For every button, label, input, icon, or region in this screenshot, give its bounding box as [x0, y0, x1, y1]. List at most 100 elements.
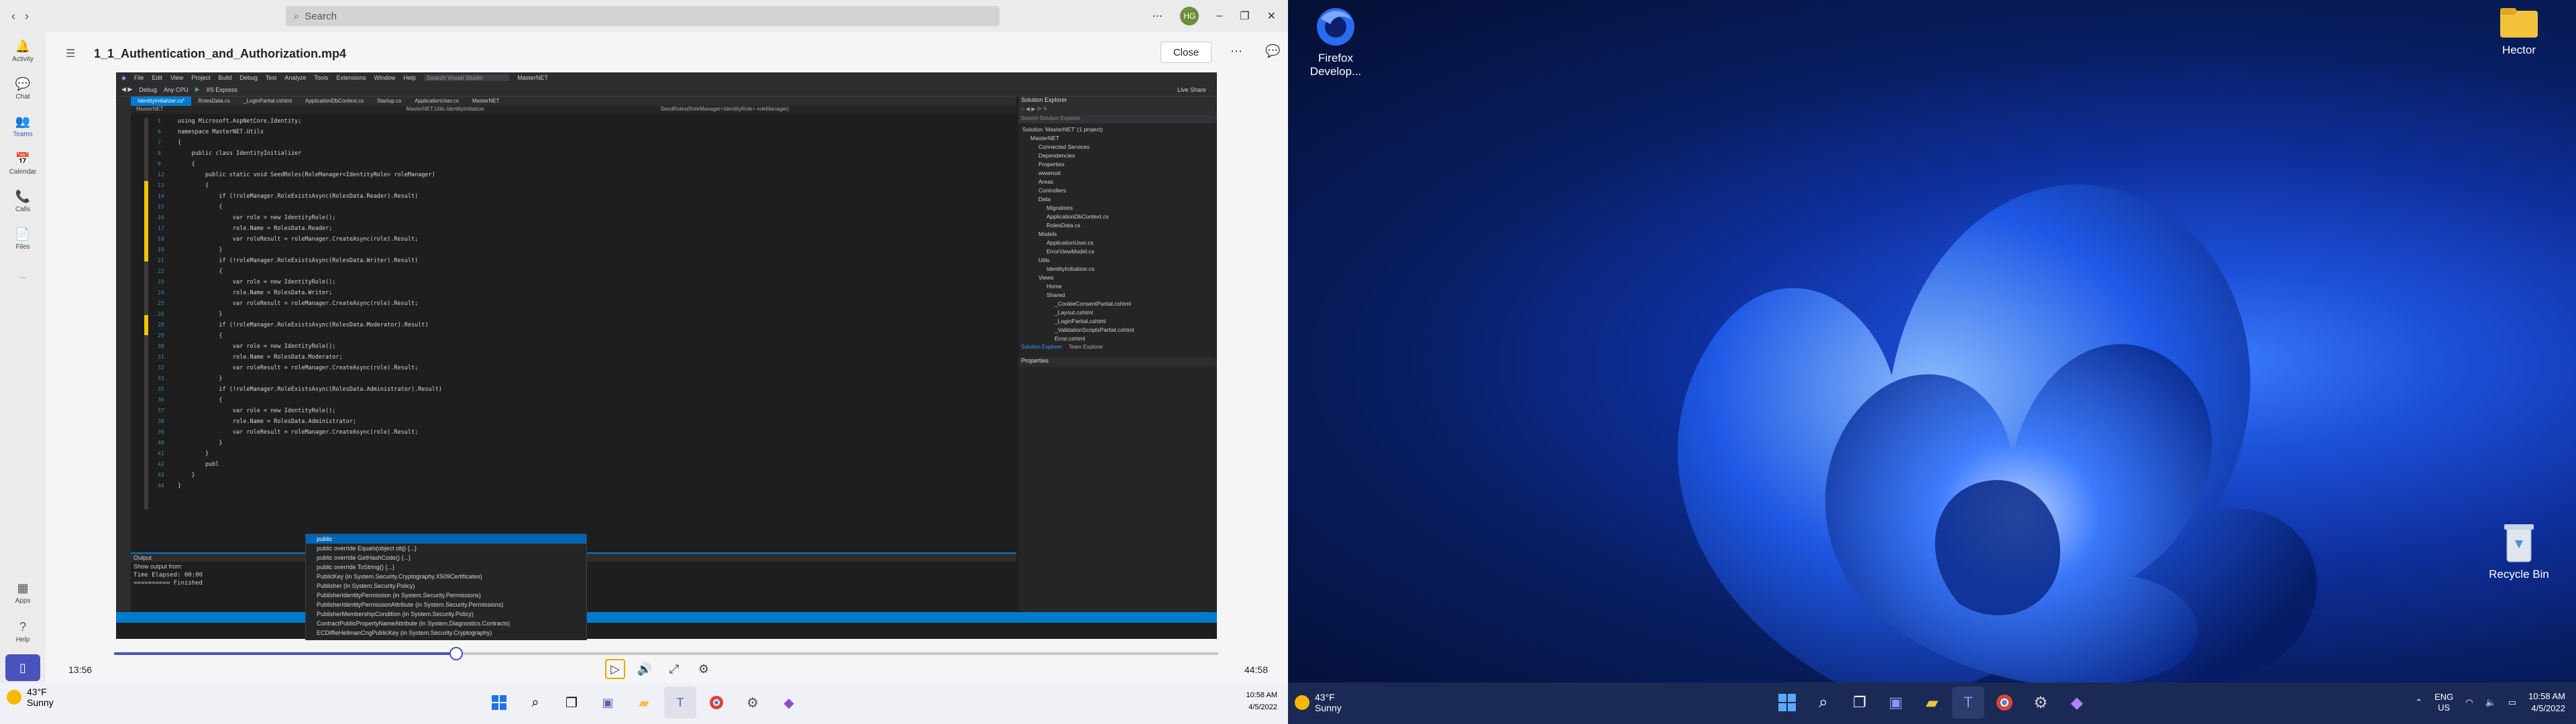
completion-item[interactable]: Publisher (in System.Security.Policy) [306, 581, 586, 591]
tree-item[interactable]: ApplicationUser.cs [1018, 239, 1217, 248]
chat-icon[interactable]: ▣ [1880, 686, 1912, 719]
completion-item[interactable]: PublisherMembershipCondition (in System.… [306, 609, 586, 619]
rail-item-files[interactable]: 📄 Files [0, 220, 46, 257]
tree-item[interactable]: Data [1018, 196, 1217, 204]
settings-icon[interactable]: ⚙ [737, 686, 769, 719]
line-number: 6 [158, 129, 161, 135]
weather-widget[interactable]: 43°F Sunny [7, 686, 54, 708]
maximize-icon[interactable]: ❐ [1240, 9, 1249, 23]
start-icon[interactable] [483, 686, 515, 719]
wifi-icon[interactable]: ◠ [2465, 697, 2473, 708]
tree-item[interactable]: Shared [1018, 292, 1217, 300]
rail-item-apps[interactable]: ▦ Apps [0, 574, 46, 611]
tree-item[interactable]: RolesData.cs [1018, 222, 1217, 231]
tree-item[interactable]: Home [1018, 283, 1217, 292]
line-number: 17 [158, 225, 164, 231]
file-explorer-icon[interactable]: ▰ [628, 686, 660, 719]
completion-item[interactable]: public [306, 534, 586, 544]
tree-item[interactable]: IdentityInitializer.cs [1018, 265, 1217, 274]
play-button[interactable]: ▷ [605, 659, 625, 679]
tree-item[interactable]: Areas [1018, 178, 1217, 187]
forward-arrow-icon[interactable]: › [25, 9, 29, 23]
completion-item[interactable]: PublicKey (in System.Security.Cryptograp… [306, 572, 586, 581]
desktop-icon-recycle-bin[interactable]: Recycle Bin [2482, 520, 2556, 581]
clock-time: 10:58 AM [1246, 691, 1277, 699]
visual-studio-icon[interactable]: ◆ [2061, 686, 2093, 719]
avatar[interactable]: HG [1180, 7, 1199, 25]
completion-item[interactable]: ContractPublicPropertyNameAttribute (in … [306, 619, 586, 628]
language-indicator[interactable]: ENG US [2434, 692, 2453, 713]
tree-item[interactable]: Dependencies [1018, 152, 1217, 161]
completion-item[interactable]: public override Equals(object obj) {...} [306, 544, 586, 553]
tree-item[interactable]: _ValidationScriptsPartial.cshtml [1018, 326, 1217, 335]
tree-item[interactable]: _LoginPartial.cshtml [1018, 318, 1217, 326]
tree-item[interactable]: Migrations [1018, 204, 1217, 213]
rail-item-activity[interactable]: 🔔 Activity [0, 32, 46, 70]
tree-item[interactable]: _CookieConsentPartial.cshtml [1018, 300, 1217, 309]
tree-item[interactable]: Error.cshtml [1018, 335, 1217, 344]
settings-icon[interactable]: ⚙ [694, 659, 714, 679]
video-frame[interactable]: ◆ File Edit View Project Build Debug Tes… [116, 72, 1217, 640]
vs-status-bar [116, 612, 1217, 623]
volume-icon[interactable]: 🔈 [2485, 697, 2496, 708]
rail-item-calls[interactable]: 📞 Calls [0, 182, 46, 220]
rail-item-teams[interactable]: 👥 Teams [0, 107, 46, 145]
completion-item[interactable]: public override ToString() {...} [306, 562, 586, 572]
desktop-icon-hector[interactable]: Hector [2482, 5, 2556, 57]
battery-icon[interactable]: ▭ [2508, 697, 2516, 708]
chat-icon[interactable]: ▣ [592, 686, 624, 719]
tree-item[interactable]: _Layout.cshtml [1018, 309, 1217, 318]
tree-item[interactable]: Connected Services [1018, 143, 1217, 152]
start-icon[interactable] [1771, 686, 1803, 719]
task-view-icon[interactable]: ❐ [1843, 686, 1876, 719]
rail-item-help[interactable]: ? Help [0, 613, 46, 650]
more-options-icon[interactable]: ⋯ [1230, 44, 1242, 58]
teams-icon[interactable]: T [1952, 686, 1984, 719]
teams-icon[interactable]: T [664, 686, 696, 719]
close-window-icon[interactable]: ✕ [1267, 9, 1276, 23]
settings-icon[interactable]: ⚙ [2025, 686, 2057, 719]
desktop-icon-firefox[interactable]: Firefox Develop... [1299, 5, 1373, 78]
tree-item[interactable]: ErrorViewModel.cs [1018, 248, 1217, 257]
file-explorer-icon[interactable]: ▰ [1916, 686, 1948, 719]
tree-item[interactable]: Properties [1018, 161, 1217, 170]
search-icon[interactable]: ⌕ [519, 686, 551, 719]
tree-item[interactable]: MasterNET [1018, 135, 1217, 143]
visual-studio-icon[interactable]: ◆ [773, 686, 805, 719]
clock[interactable]: 10:58 AM 4/5/2022 [2528, 690, 2565, 715]
volume-icon[interactable]: 🔊 [635, 659, 655, 679]
completion-item[interactable]: PublisherIdentityPermissionAttribute (in… [306, 600, 586, 609]
line-number: 26 [158, 311, 164, 317]
chevron-up-icon[interactable]: ⌃ [2415, 697, 2422, 708]
rail-item-more[interactable]: ... [0, 257, 46, 295]
tree-item[interactable]: Views [1018, 274, 1217, 283]
search-icon[interactable]: ⌕ [1807, 686, 1839, 719]
task-view-icon[interactable]: ❐ [555, 686, 588, 719]
tree-item[interactable]: Models [1018, 231, 1217, 239]
tree-item[interactable]: Solution 'MasterNET' (1 project) [1018, 126, 1217, 135]
chrome-icon[interactable] [1988, 686, 2021, 719]
tree-item[interactable]: ApplicationDbContext.cs [1018, 213, 1217, 222]
completion-item[interactable]: ECDiffieHellmanCngPublicKey (in System.S… [306, 628, 586, 638]
chrome-icon[interactable] [700, 686, 733, 719]
completion-item[interactable]: PublisherIdentityPermission (in System.S… [306, 591, 586, 600]
rail-item-chat[interactable]: 💬 Chat [0, 70, 46, 107]
completion-item[interactable]: public override GetHashCode() {...} [306, 553, 586, 562]
seek-bar[interactable] [114, 652, 1218, 655]
solution-explorer: Solution Explorer ⌂ ◀ ▶ ⟳ ✎ Search Solut… [1018, 97, 1217, 613]
clock[interactable]: 10:58 AM 4/5/2022 [1246, 689, 1277, 713]
device-icon[interactable]: ▯ [5, 654, 40, 681]
chat-icon[interactable]: 💬 [1265, 44, 1280, 58]
back-arrow-icon[interactable]: ‹ [11, 9, 15, 23]
weather-widget[interactable]: 43°F Sunny [1295, 692, 1342, 713]
rail-item-calendar[interactable]: 📅 Calendar [0, 145, 46, 182]
close-button[interactable]: Close [1161, 42, 1212, 63]
tree-item[interactable]: wwwroot [1018, 170, 1217, 178]
minimize-icon[interactable]: – [1216, 10, 1222, 22]
more-options-icon[interactable]: ⋯ [1152, 9, 1163, 23]
seek-knob[interactable] [449, 647, 464, 660]
tree-item[interactable]: Utils [1018, 257, 1217, 265]
tree-item[interactable]: Controllers [1018, 187, 1217, 196]
teams-search-input[interactable]: ⌕ Search [286, 6, 1000, 26]
fullscreen-icon[interactable]: ⤢ [664, 659, 684, 679]
